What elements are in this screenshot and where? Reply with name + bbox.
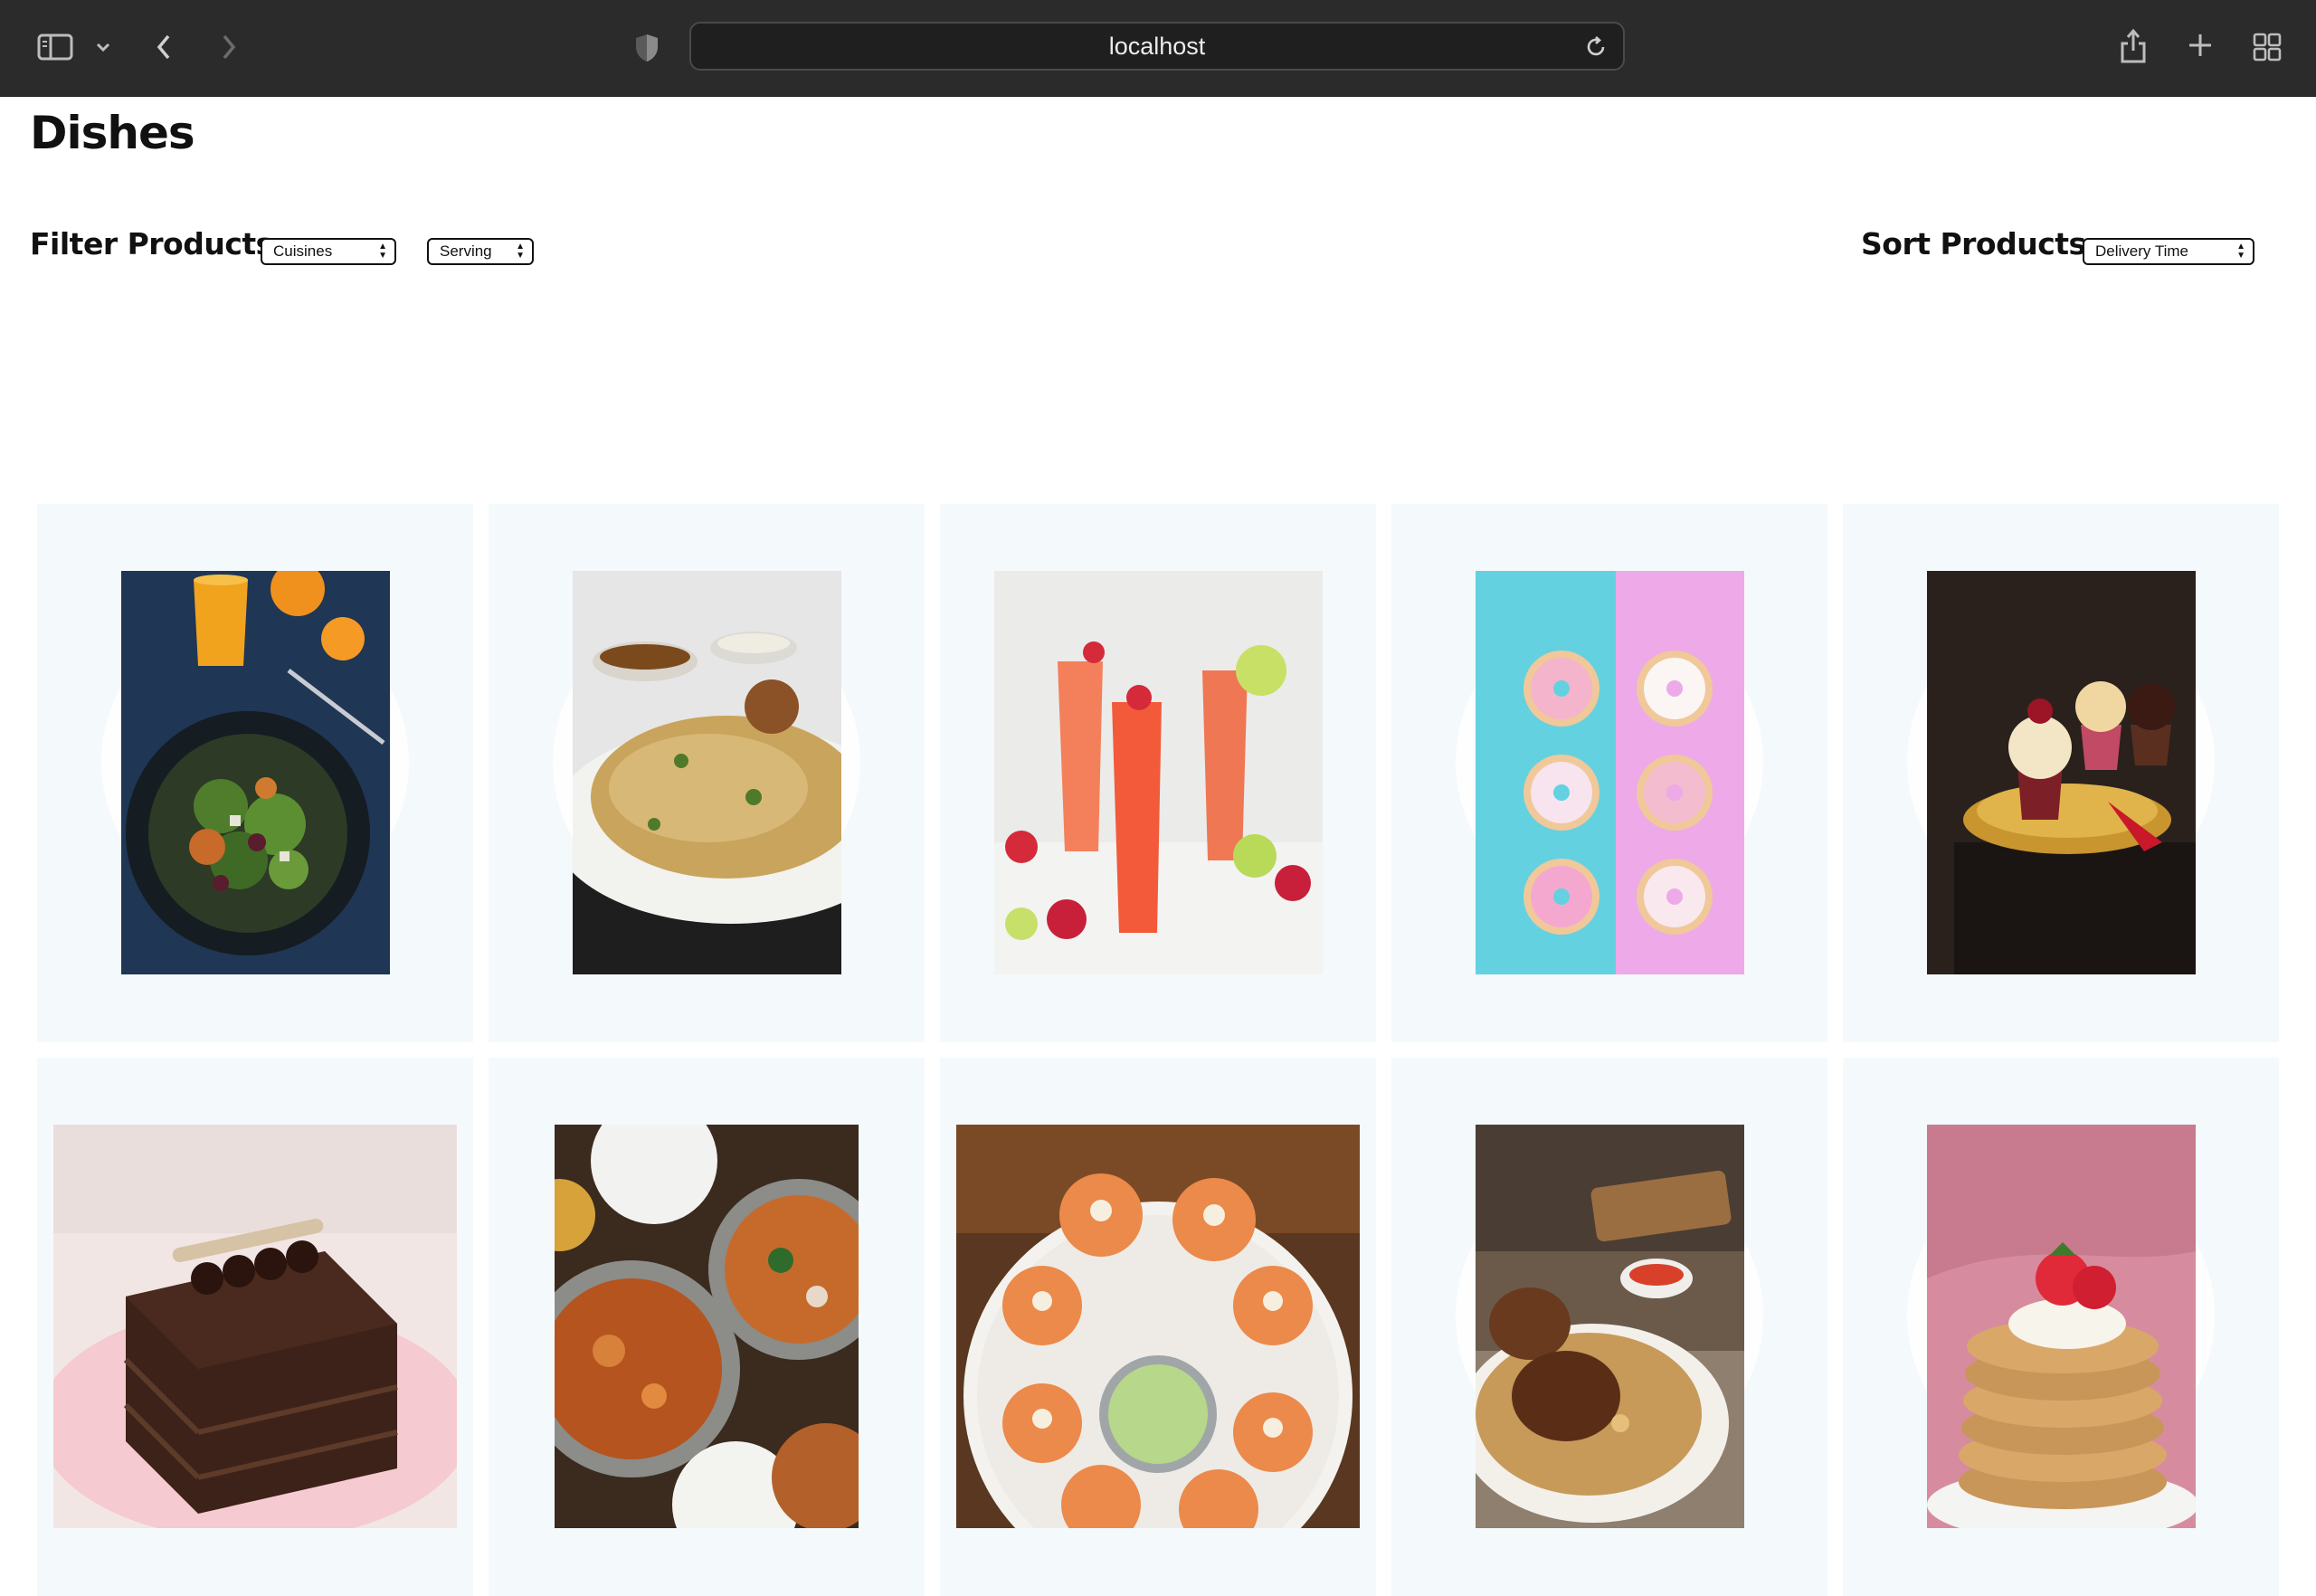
browser-toolbar: localhost (0, 0, 2316, 97)
select-arrows-icon: ▲ ▼ (2236, 242, 2245, 261)
product-card[interactable] (1391, 504, 1827, 1042)
stuffed-idli-image (956, 1125, 1360, 1528)
back-icon[interactable] (150, 29, 177, 65)
new-tab-icon[interactable] (2184, 29, 2216, 62)
cuisines-select[interactable]: Cuisines ▲ ▼ (261, 238, 396, 265)
tab-overview-icon[interactable] (2251, 31, 2283, 63)
reload-icon[interactable] (1583, 34, 1609, 60)
chevron-down-icon[interactable] (92, 36, 114, 58)
product-grid (37, 504, 2279, 1596)
serving-select-value: Serving (440, 242, 492, 260)
serving-select[interactable]: Serving ▲ ▼ (427, 238, 534, 265)
product-card[interactable] (37, 504, 473, 1042)
chicken-biryani-image (1476, 1125, 1744, 1528)
product-card[interactable] (37, 1058, 473, 1596)
donuts-image (1476, 571, 1744, 974)
chocolate-cake-image (53, 1125, 457, 1528)
product-card[interactable] (1843, 504, 2279, 1042)
product-card[interactable] (489, 504, 925, 1042)
share-icon[interactable] (2117, 25, 2150, 67)
page-title: Dishes (30, 107, 195, 159)
select-arrows-icon: ▲ ▼ (378, 242, 387, 261)
biryani-image (573, 571, 841, 974)
select-arrows-icon: ▲ ▼ (516, 242, 525, 261)
sort-label: Sort Products: (1861, 226, 2098, 261)
product-card[interactable] (940, 504, 1376, 1042)
strawberry-drinks-image (994, 571, 1323, 974)
shield-icon[interactable] (631, 31, 662, 65)
cupcakes-image (1927, 571, 2196, 974)
sidebar-icon[interactable] (34, 31, 76, 63)
salad-image (121, 571, 390, 974)
filter-label: Filter Products: (30, 226, 285, 261)
product-card[interactable] (940, 1058, 1376, 1596)
curry-bowls-image (555, 1125, 859, 1528)
cuisines-select-value: Cuisines (273, 242, 333, 260)
product-card[interactable] (1391, 1058, 1827, 1596)
sort-select[interactable]: Delivery Time ▲ ▼ (2083, 238, 2254, 265)
product-card[interactable] (1843, 1058, 2279, 1596)
forward-icon[interactable] (215, 29, 242, 65)
sort-select-value: Delivery Time (2095, 242, 2188, 260)
address-bar[interactable]: localhost (689, 22, 1625, 71)
product-card[interactable] (489, 1058, 925, 1596)
url-text: localhost (1108, 32, 1206, 60)
pancakes-image (1927, 1125, 2196, 1528)
